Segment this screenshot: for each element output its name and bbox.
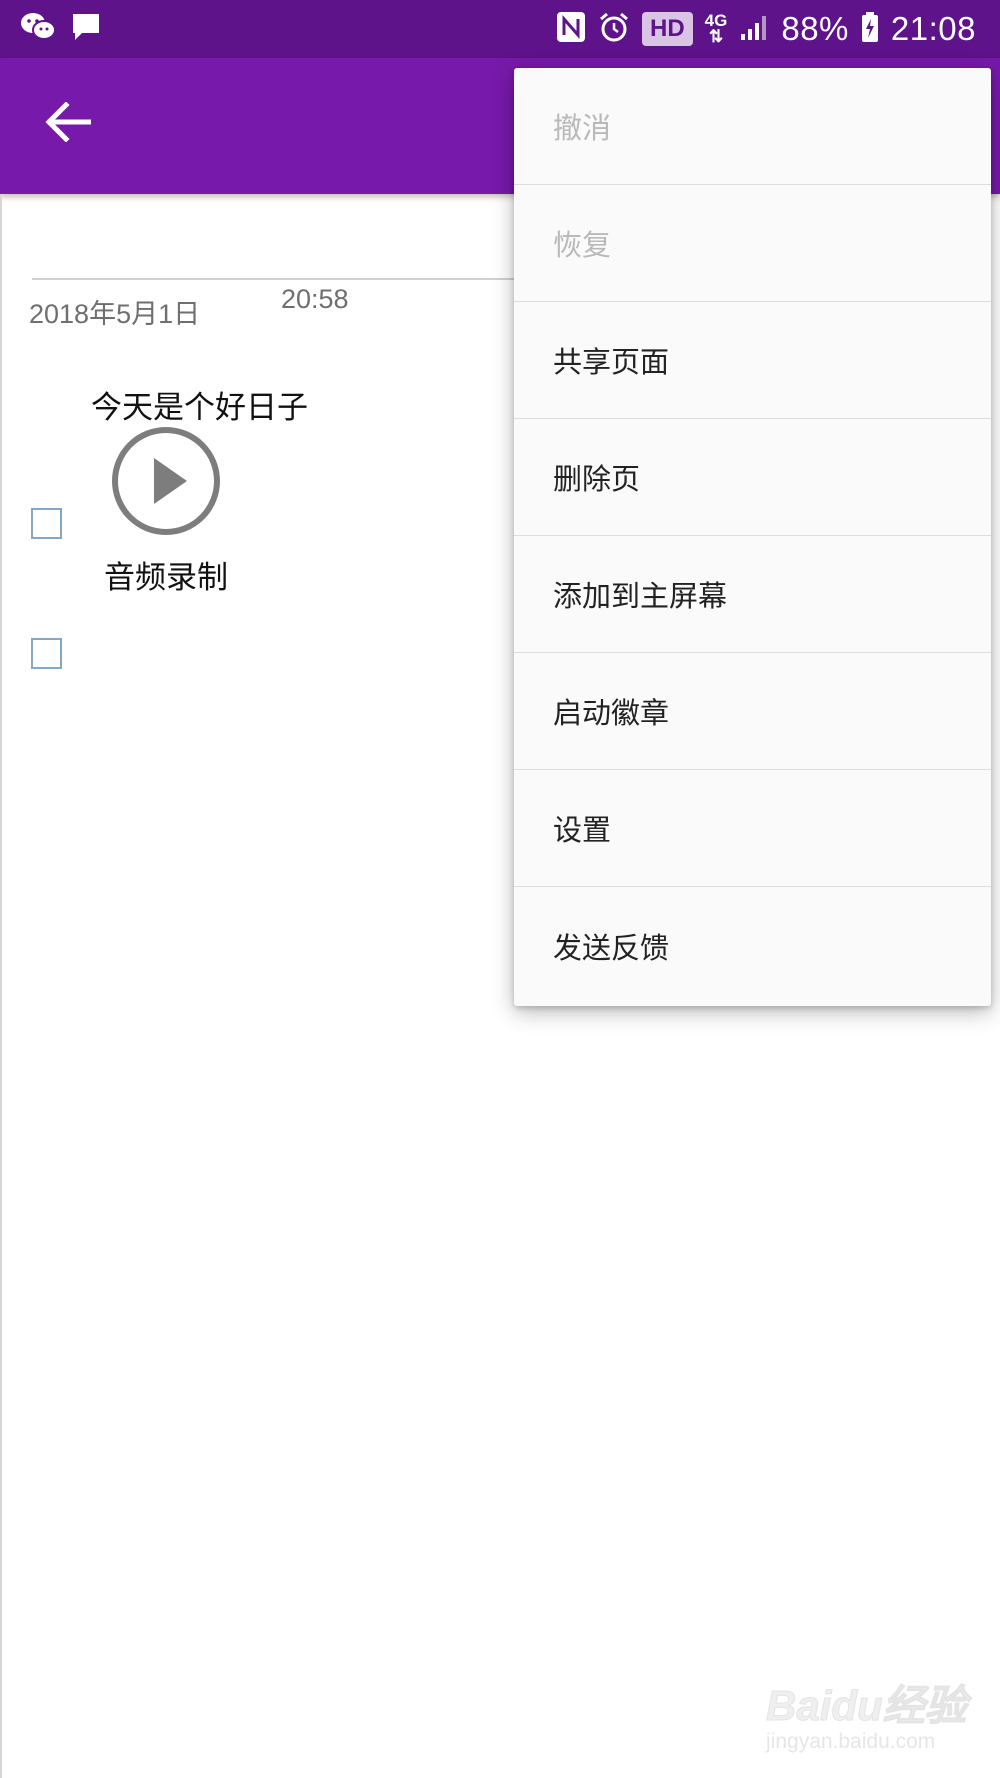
arrow-left-icon xyxy=(45,101,92,146)
audio-recording[interactable]: 音频录制 xyxy=(90,426,245,596)
watermark-logo: Baidu经验 xyxy=(766,1682,968,1730)
battery-charging-icon xyxy=(861,11,879,47)
todo-checkbox[interactable] xyxy=(31,508,62,539)
hd-badge: HD xyxy=(641,12,693,46)
battery-percent: 88% xyxy=(781,10,849,47)
audio-label: 音频录制 xyxy=(104,560,228,596)
page-edge xyxy=(0,194,2,1778)
watermark-url: jingyan.baidu.com xyxy=(766,1730,936,1753)
overflow-menu: 撤消 恢复 共享页面 删除页 添加到主屏幕 启动徽章 设置 发送反馈 xyxy=(514,68,991,1006)
wechat-icon xyxy=(20,11,56,47)
note-date: 2018年5月1日 xyxy=(29,299,201,329)
todo-checkbox[interactable] xyxy=(31,638,62,669)
menu-item-undo[interactable]: 撤消 xyxy=(514,68,991,185)
note-body-text[interactable]: 今天是个好日子 xyxy=(91,382,308,427)
back-button[interactable] xyxy=(36,92,100,156)
signal-icon xyxy=(739,12,769,46)
note-time: 20:58 xyxy=(281,284,349,314)
play-circle-icon[interactable] xyxy=(111,426,221,536)
menu-item-send-feedback[interactable]: 发送反馈 xyxy=(514,887,991,1004)
status-bar: HD 4G ⇅ 88% 21:08 xyxy=(0,0,1000,58)
menu-item-share-page[interactable]: 共享页面 xyxy=(514,302,991,419)
alarm-icon xyxy=(598,11,630,47)
menu-item-enable-badge[interactable]: 启动徽章 xyxy=(514,653,991,770)
menu-item-delete-page[interactable]: 删除页 xyxy=(514,419,991,536)
title-divider xyxy=(32,278,572,280)
nfc-icon xyxy=(556,11,586,47)
menu-item-settings[interactable]: 设置 xyxy=(514,770,991,887)
menu-item-redo[interactable]: 恢复 xyxy=(514,185,991,302)
menu-item-add-to-home[interactable]: 添加到主屏幕 xyxy=(514,536,991,653)
status-bar-system: HD 4G ⇅ 88% 21:08 xyxy=(556,8,976,50)
network-type: 4G ⇅ xyxy=(704,11,728,46)
clock: 21:08 xyxy=(890,10,976,47)
message-icon xyxy=(70,11,102,47)
status-bar-notifications xyxy=(20,12,102,46)
baidu-watermark: Baidu经验 jingyan.baidu.com xyxy=(766,1672,968,1762)
